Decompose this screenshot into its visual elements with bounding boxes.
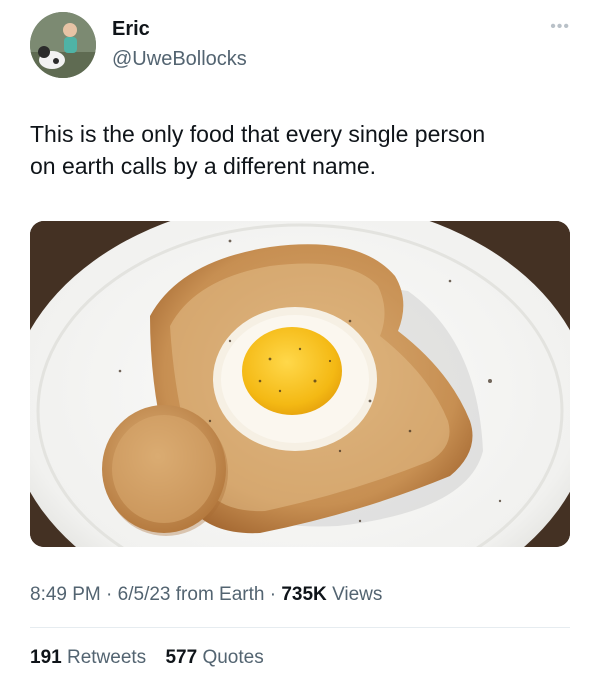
divider <box>30 627 570 628</box>
tweet-text: This is the only food that every single … <box>30 118 570 182</box>
tweet-text-line: This is the only food that every single … <box>30 121 486 147</box>
separator: · <box>269 584 277 605</box>
views-label: Views <box>332 584 383 605</box>
tweet-meta: 8:49 PM · 6/5/23 from Earth · 735K Views <box>30 584 382 606</box>
avatar-image <box>30 12 96 78</box>
ellipsis-icon[interactable]: ••• <box>550 18 570 36</box>
quotes-label: Quotes <box>202 647 264 668</box>
author-name[interactable]: Eric <box>112 18 150 41</box>
tweet-time[interactable]: 8:49 PM <box>30 584 101 605</box>
tweet-stats: 191 Retweets 577 Quotes <box>30 647 278 669</box>
tweet-source: from Earth <box>175 584 265 605</box>
retweets-count: 191 <box>30 647 62 668</box>
avatar[interactable] <box>30 12 96 78</box>
tweet-text-line: on earth calls by a different name. <box>30 153 377 179</box>
separator: · <box>106 584 113 605</box>
tweet-media[interactable] <box>30 221 570 547</box>
views-count: 735K <box>281 584 327 605</box>
quotes-stat[interactable]: 577 Quotes <box>165 647 263 668</box>
egg-in-toast-photo <box>30 221 570 547</box>
tweet-date[interactable]: 6/5/23 <box>118 584 171 605</box>
retweets-stat[interactable]: 191 Retweets <box>30 647 151 668</box>
quotes-count: 577 <box>165 647 198 668</box>
retweets-label: Retweets <box>66 647 147 668</box>
author-handle[interactable]: @UweBollocks <box>112 48 247 71</box>
tweet-header: Eric @UweBollocks ••• <box>30 12 570 82</box>
